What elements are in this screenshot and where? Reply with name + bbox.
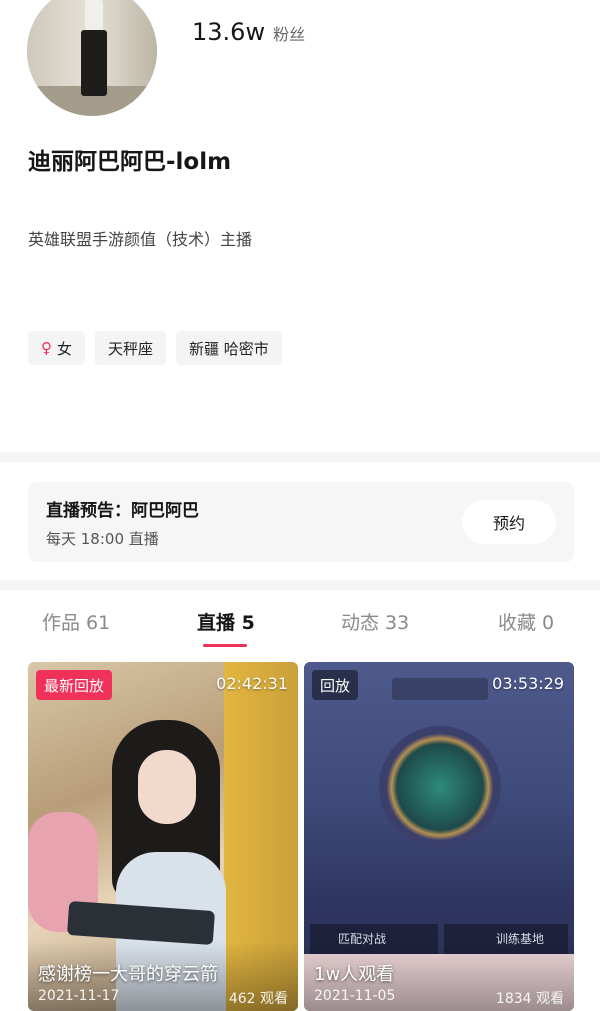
tab-favorites[interactable]: 收藏 0 <box>498 608 554 635</box>
tab-live[interactable]: 直播 5 <box>197 608 255 635</box>
replay-list: 最新回放 02:42:31 感谢榜一大哥的穿云箭 2021-11-17 462 … <box>0 652 600 1011</box>
replay-badge: 回放 <box>312 670 359 700</box>
nickname: 迪丽阿巴阿巴-lolm <box>28 149 232 175</box>
followers-stat[interactable]: 13.6w 粉丝 <box>192 18 305 46</box>
replay-duration: 03:53:29 <box>492 674 564 693</box>
replay-duration: 02:42:31 <box>216 674 288 693</box>
followers-label: 粉丝 <box>273 25 306 44</box>
replay-badge: 最新回放 <box>36 670 113 700</box>
profile-header: 13.6w 粉丝 迪丽阿巴阿巴-lolm 英雄联盟手游颜值（技术）主播 ♀ 女 … <box>0 0 600 452</box>
profile-tags: ♀ 女 天秤座 新疆 哈密市 <box>28 331 282 365</box>
section-divider <box>0 580 600 590</box>
live-notice-schedule: 每天 18:00 直播 <box>46 530 159 548</box>
tag-zodiac-label: 天秤座 <box>108 339 154 358</box>
active-tab-indicator <box>203 644 247 647</box>
replay-date: 2021-11-17 <box>38 988 120 1004</box>
rank-emblem-icon <box>379 726 501 848</box>
replay-date: 2021-11-05 <box>314 988 396 1004</box>
bio: 英雄联盟手游颜值（技术）主播 <box>28 230 253 249</box>
replay-views: 1834 观看 <box>495 991 564 1007</box>
live-notice-section: 直播预告：阿巴阿巴 每天 18:00 直播 预约 <box>0 462 600 580</box>
tag-gender: ♀ 女 <box>28 331 86 365</box>
reserve-button[interactable]: 预约 <box>462 500 556 544</box>
avatar[interactable] <box>27 0 157 116</box>
tab-works[interactable]: 作品 61 <box>42 608 110 635</box>
replay-title: 1w人观看 <box>314 964 395 985</box>
female-icon: ♀ <box>41 339 52 357</box>
tab-posts[interactable]: 动态 33 <box>341 608 409 635</box>
tag-zodiac: 天秤座 <box>95 331 167 365</box>
tag-location: 新疆 哈密市 <box>176 331 282 365</box>
avatar-figure-top <box>85 0 103 32</box>
tag-location-label: 新疆 哈密市 <box>189 339 269 358</box>
section-divider <box>0 452 600 462</box>
content-tabs: 作品 61 直播 5 动态 33 收藏 0 <box>0 590 600 652</box>
avatar-figure-legs <box>81 30 107 96</box>
replay-card[interactable]: 最新回放 02:42:31 感谢榜一大哥的穿云箭 2021-11-17 462 … <box>28 662 298 1011</box>
live-notice-card: 直播预告：阿巴阿巴 每天 18:00 直播 预约 <box>28 482 574 562</box>
followers-count: 13.6w <box>192 18 266 46</box>
tag-gender-label: 女 <box>57 339 73 358</box>
live-notice-title: 直播预告：阿巴阿巴 <box>46 501 199 521</box>
thumbnail-rank-bar <box>392 678 488 700</box>
replay-views: 462 观看 <box>228 991 288 1007</box>
replay-card[interactable]: 匹配对战 训练基地 回放 03:53:29 1w人观看 2021-11-05 1… <box>304 662 574 1011</box>
thumbnail-face <box>138 750 196 824</box>
replay-title: 感谢榜一大哥的穿云箭 <box>38 964 218 985</box>
